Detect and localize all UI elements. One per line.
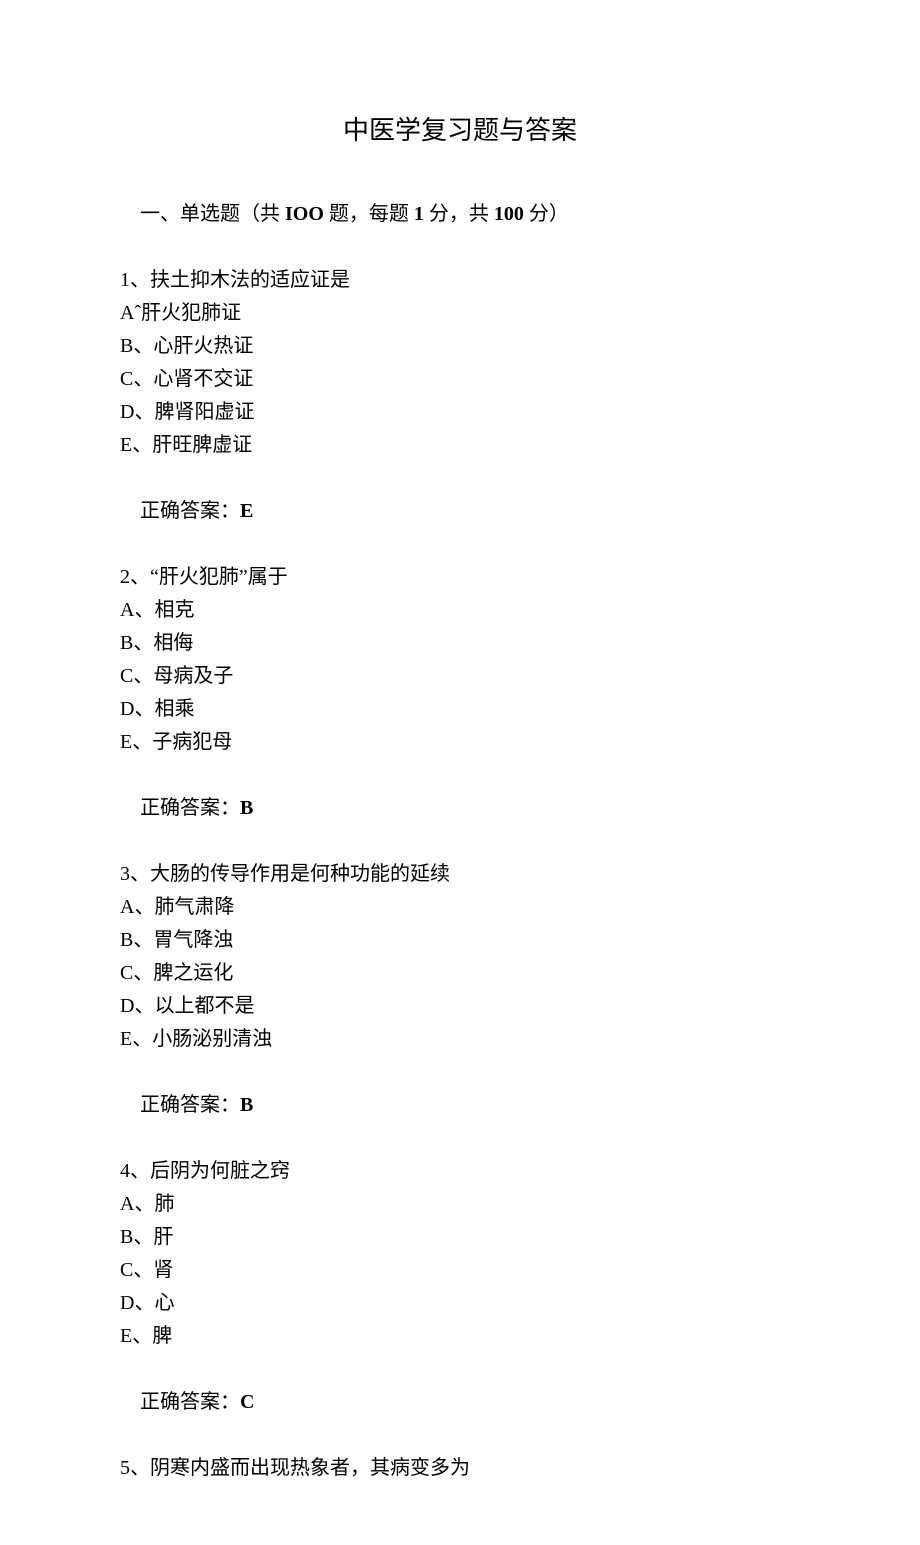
answer-value: E [240,500,253,522]
question-option: D、脾肾阳虚证 [120,396,800,429]
section-mid1: 题，每题 [324,203,414,225]
question-stem: 4、后阴为何脏之窍 [120,1155,800,1188]
question-option: C、心肾不交证 [120,363,800,396]
section-total: 100 [494,203,524,225]
section-prefix: 一、单选题（共 [140,203,285,225]
question-option: A、肺气肃降 [120,891,800,924]
answer-label: 正确答案： [140,500,240,522]
question-stem: 1、扶土抑木法的适应证是 [120,264,800,297]
question-option: C、肾 [120,1254,800,1287]
answer-line: 正确答案：E [120,462,800,561]
section-header: 一、单选题（共 IOO 题，每题 1 分，共 100 分） [120,165,800,264]
document-title: 中医学复习题与答案 [120,110,800,147]
answer-label: 正确答案： [140,1391,240,1413]
answer-value: C [240,1391,254,1413]
answer-label: 正确答案： [140,797,240,819]
question-option: A、肺 [120,1188,800,1221]
section-count: IOO [285,203,324,225]
question-option: E、子病犯母 [120,726,800,759]
question-option: C、脾之运化 [120,957,800,990]
question-option: C、母病及子 [120,660,800,693]
question-option: B、相侮 [120,627,800,660]
answer-label: 正确答案： [140,1094,240,1116]
question-option: E、小肠泌别清浊 [120,1023,800,1056]
answer-value: B [240,797,253,819]
answer-line: 正确答案：C [120,1353,800,1452]
answer-value: B [240,1094,253,1116]
section-mid2: 分，共 [424,203,494,225]
question-option: B、胃气降浊 [120,924,800,957]
question-option: D、心 [120,1287,800,1320]
answer-line: 正确答案：B [120,1056,800,1155]
document-page: 中医学复习题与答案 一、单选题（共 IOO 题，每题 1 分，共 100 分） … [0,0,920,1545]
question-option: B、心肝火热证 [120,330,800,363]
section-suffix: 分） [524,203,569,225]
question-stem: 5、阴寒内盛而出现热象者，其病变多为 [120,1452,800,1485]
question-option: D、以上都不是 [120,990,800,1023]
question-option: E、肝旺脾虚证 [120,429,800,462]
section-per: 1 [414,203,424,225]
question-stem: 2、“肝火犯肺”属于 [120,561,800,594]
question-option: D、相乘 [120,693,800,726]
question-option: E、脾 [120,1320,800,1353]
question-stem: 3、大肠的传导作用是何种功能的延续 [120,858,800,891]
question-option: A、相克 [120,594,800,627]
question-option: Aˆ肝火犯肺证 [120,297,800,330]
answer-line: 正确答案：B [120,759,800,858]
question-option: B、肝 [120,1221,800,1254]
